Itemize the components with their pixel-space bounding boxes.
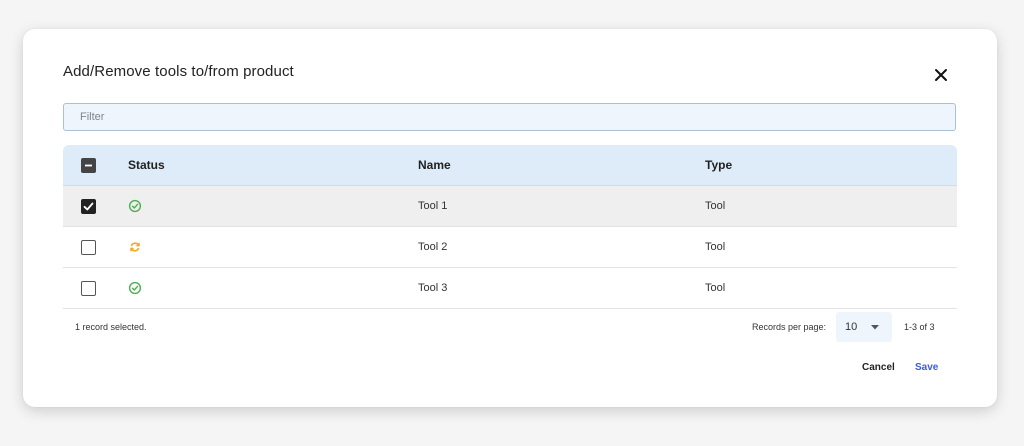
- dialog-title: Add/Remove tools to/from product: [63, 63, 294, 80]
- column-header-type[interactable]: Type: [705, 145, 732, 185]
- table-row[interactable]: Tool 2 Tool: [63, 227, 957, 268]
- cancel-button[interactable]: Cancel: [862, 362, 895, 373]
- table-header: Status Name Type: [63, 145, 957, 186]
- filter-input[interactable]: [64, 104, 955, 130]
- tools-table: Status Name Type Tool 1 Tool Tool 2 Tool…: [63, 145, 957, 309]
- row-checkbox[interactable]: [81, 239, 96, 255]
- column-header-status[interactable]: Status: [128, 145, 165, 185]
- status-cell: [128, 227, 142, 267]
- records-per-page-value: 10: [845, 321, 858, 333]
- status-cell: [128, 186, 142, 226]
- row-checkbox[interactable]: [81, 198, 96, 214]
- table-row[interactable]: Tool 1 Tool: [63, 186, 957, 227]
- table-row[interactable]: Tool 3 Tool: [63, 268, 957, 309]
- select-all-checkbox[interactable]: [81, 157, 96, 173]
- type-cell: Tool: [705, 200, 726, 212]
- type-cell: Tool: [705, 241, 726, 253]
- row-checkbox-cell: [81, 227, 96, 267]
- selection-count: 1 record selected.: [75, 322, 147, 332]
- select-all-cell: [81, 145, 96, 185]
- close-icon[interactable]: [933, 67, 949, 83]
- caret-down-icon: [871, 325, 879, 330]
- save-button[interactable]: Save: [915, 362, 938, 373]
- row-checkbox[interactable]: [81, 280, 96, 296]
- row-checkbox-cell: [81, 186, 96, 226]
- name-cell: Tool 1: [418, 200, 448, 212]
- status-cell: [128, 268, 142, 308]
- type-cell: Tool: [705, 282, 726, 294]
- checkmark-icon: [83, 202, 94, 210]
- row-checkbox-cell: [81, 268, 96, 308]
- name-cell: Tool 3: [418, 282, 448, 294]
- check-circle-icon: [128, 281, 142, 295]
- check-circle-icon: [128, 199, 142, 213]
- filter-field[interactable]: [63, 103, 956, 131]
- dialog: Add/Remove tools to/from product Status …: [23, 29, 997, 407]
- name-cell: Tool 2: [418, 241, 448, 253]
- records-per-page-select[interactable]: 10: [836, 312, 892, 342]
- minus-icon: [85, 164, 92, 166]
- page-range: 1-3 of 3: [904, 322, 935, 332]
- records-per-page-label: Records per page:: [752, 322, 827, 332]
- column-header-name[interactable]: Name: [418, 145, 451, 185]
- sync-icon: [130, 242, 140, 252]
